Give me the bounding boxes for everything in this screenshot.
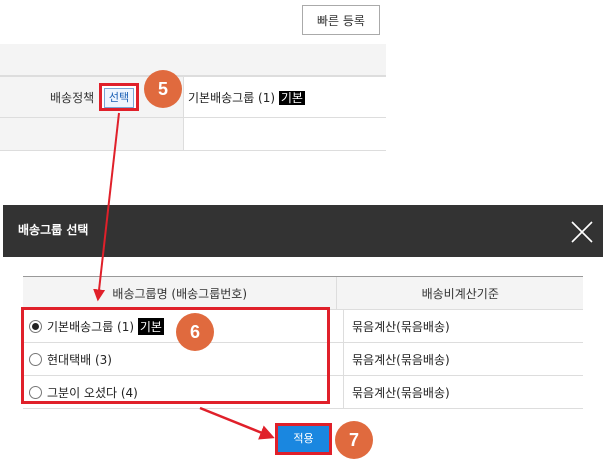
annotation-arrows — [93, 112, 275, 440]
arrow-to-options — [93, 112, 120, 302]
arrow-to-apply — [199, 406, 275, 440]
